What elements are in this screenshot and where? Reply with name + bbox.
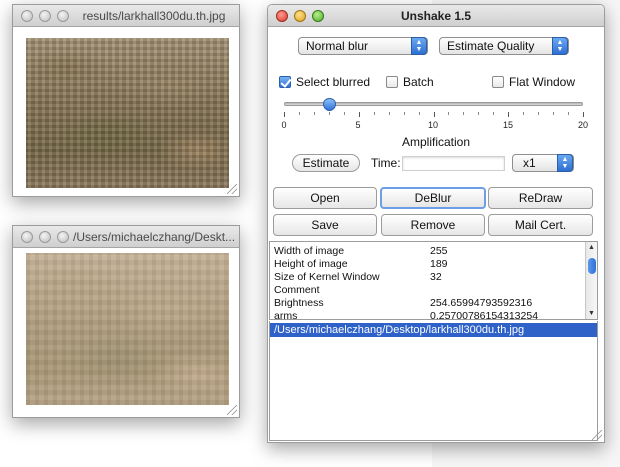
slider-tick — [508, 112, 510, 117]
tick-label-20: 20 — [577, 120, 588, 130]
time-field[interactable] — [402, 156, 505, 171]
tick-label-5: 5 — [355, 120, 361, 130]
popup-arrows-icon: ▲ ▼ — [411, 37, 427, 55]
mail-cert-button[interactable]: Mail Cert. — [488, 214, 593, 236]
slider-tick — [418, 112, 420, 115]
amplification-caption: Amplification — [401, 135, 471, 149]
resize-grip-icon[interactable] — [227, 184, 237, 194]
slider-tick — [403, 112, 405, 115]
original-window-titlebar[interactable]: /Users/michaelczhang/Deskt... — [13, 226, 239, 248]
zoom-select[interactable]: x1 ▲ ▼ — [512, 154, 574, 172]
flat-window-checkbox[interactable]: Flat Window — [492, 75, 575, 89]
zoom-icon[interactable] — [57, 231, 69, 243]
popup-arrows-icon: ▲ ▼ — [552, 37, 568, 55]
unshake-title: Unshake 1.5 — [400, 9, 472, 23]
slider-tick — [298, 112, 300, 115]
slider-tick — [448, 112, 450, 115]
popup-arrows-icon: ▲ ▼ — [557, 154, 573, 172]
slider-tick — [388, 112, 390, 115]
tick-label-15: 15 — [502, 120, 513, 130]
checkbox-checked-icon[interactable] — [279, 76, 291, 88]
quality-mode-value: Estimate Quality — [447, 39, 535, 53]
slider-tick — [373, 112, 375, 115]
minimize-icon[interactable] — [39, 10, 51, 22]
deblur-button[interactable]: DeBlur — [380, 187, 486, 209]
info-row: arms 0.25700786154313254 — [274, 310, 539, 320]
resize-grip-icon[interactable] — [592, 430, 602, 440]
result-window-title: results/larkhall300du.th.jpg — [82, 9, 226, 23]
result-window-titlebar[interactable]: results/larkhall300du.th.jpg — [13, 5, 239, 27]
remove-button[interactable]: Remove — [381, 214, 485, 236]
file-list-item-selected[interactable]: /Users/michaelczhang/Desktop/larkhall300… — [270, 323, 597, 337]
redraw-button[interactable]: ReDraw — [488, 187, 593, 209]
file-list-panel[interactable]: /Users/michaelczhang/Desktop/larkhall300… — [269, 321, 598, 441]
batch-label: Batch — [403, 75, 434, 89]
slider-tick — [493, 112, 495, 115]
slider-tick — [523, 112, 525, 115]
slider-tick — [583, 112, 584, 117]
info-row: Width of image 255 — [274, 245, 448, 257]
blur-type-value: Normal blur — [306, 39, 369, 53]
slider-tick — [284, 112, 285, 117]
amplification-slider-knob[interactable] — [322, 98, 336, 111]
original-window-title: /Users/michaelczhang/Deskt... — [73, 230, 236, 244]
close-icon[interactable] — [21, 231, 33, 243]
blur-type-select[interactable]: Normal blur ▲ ▼ — [298, 37, 428, 55]
info-row: Size of Kernel Window 32 — [274, 271, 442, 283]
info-row: Brightness 254.65994793592316 — [274, 297, 533, 309]
scroll-thumb[interactable] — [588, 258, 596, 274]
slider-tick — [553, 112, 555, 115]
close-icon[interactable] — [21, 10, 33, 22]
zoom-icon[interactable] — [57, 10, 69, 22]
tick-label-0: 0 — [281, 120, 287, 130]
slider-tick — [433, 112, 435, 117]
info-scrollbar[interactable]: ▲ ▼ — [585, 242, 597, 319]
unshake-window: Unshake 1.5 Normal blur ▲ ▼ Estimate Qual… — [267, 4, 605, 443]
slider-tick — [538, 112, 540, 115]
quality-mode-select[interactable]: Estimate Quality ▲ ▼ — [439, 37, 569, 55]
original-image-window: /Users/michaelczhang/Deskt... — [12, 225, 240, 418]
flat-window-label: Flat Window — [509, 75, 576, 89]
zoom-value: x1 — [523, 156, 536, 170]
save-button[interactable]: Save — [273, 214, 377, 236]
result-image-window: results/larkhall300du.th.jpg — [12, 4, 240, 197]
slider-tick — [328, 112, 330, 115]
select-blurred-checkbox[interactable]: Select blurred — [279, 75, 370, 89]
slider-tick — [568, 112, 570, 115]
blurred-image — [26, 253, 229, 405]
info-row: Comment — [274, 284, 320, 296]
scroll-down-icon[interactable]: ▼ — [586, 310, 597, 317]
scroll-up-icon[interactable]: ▲ — [586, 244, 597, 251]
slider-tick — [478, 112, 480, 115]
time-label: Time: — [371, 156, 401, 170]
deblurred-image — [26, 38, 229, 188]
checkbox-unchecked-icon[interactable] — [386, 76, 398, 88]
checkbox-unchecked-icon[interactable] — [492, 76, 504, 88]
info-row: Height of image 189 — [274, 258, 448, 270]
slider-tick — [313, 112, 315, 115]
open-button[interactable]: Open — [273, 187, 377, 209]
unshake-titlebar[interactable]: Unshake 1.5 — [268, 5, 604, 27]
tick-label-10: 10 — [427, 120, 438, 130]
estimate-button[interactable]: Estimate — [292, 154, 360, 172]
resize-grip-icon[interactable] — [227, 405, 237, 415]
image-info-panel[interactable]: Width of image 255 Height of image 189 Siz… — [269, 241, 598, 320]
slider-tick — [343, 112, 345, 115]
select-blurred-label: Select blurred — [296, 75, 371, 89]
slider-tick — [463, 112, 465, 115]
minimize-icon[interactable] — [39, 231, 51, 243]
batch-checkbox[interactable]: Batch — [386, 75, 434, 89]
slider-tick — [358, 112, 360, 117]
